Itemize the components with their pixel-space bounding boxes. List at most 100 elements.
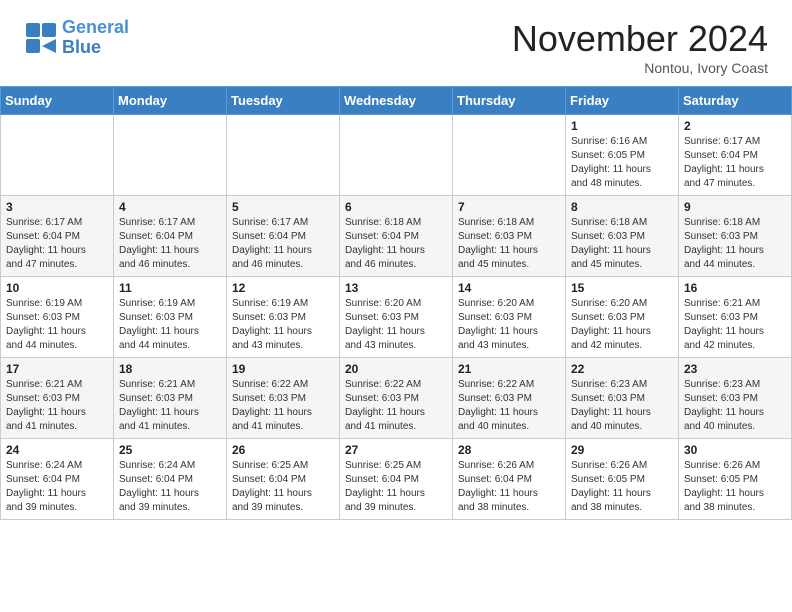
day-number: 26 [232,443,334,457]
calendar-day-cell [114,115,227,196]
calendar-day-cell [453,115,566,196]
calendar-week-row: 17 Sunrise: 6:21 AM Sunset: 6:03 PM Dayli… [1,358,792,439]
day-number: 14 [458,281,560,295]
calendar-day-cell: 16 Sunrise: 6:21 AM Sunset: 6:03 PM Dayli… [679,277,792,358]
day-info: Sunrise: 6:21 AM Sunset: 6:03 PM Dayligh… [119,378,221,434]
day-info: Sunrise: 6:21 AM Sunset: 6:03 PM Dayligh… [6,378,108,434]
day-number: 11 [119,281,221,295]
day-number: 15 [571,281,673,295]
day-info: Sunrise: 6:17 AM Sunset: 6:04 PM Dayligh… [232,216,334,272]
month-title: November 2024 [512,18,768,60]
day-number: 13 [345,281,447,295]
day-info: Sunrise: 6:18 AM Sunset: 6:03 PM Dayligh… [571,216,673,272]
day-info: Sunrise: 6:22 AM Sunset: 6:03 PM Dayligh… [232,378,334,434]
weekday-header-cell: Tuesday [227,87,340,115]
calendar-day-cell: 12 Sunrise: 6:19 AM Sunset: 6:03 PM Dayli… [227,277,340,358]
weekday-header-cell: Friday [566,87,679,115]
weekday-header-row: SundayMondayTuesdayWednesdayThursdayFrid… [1,87,792,115]
calendar-day-cell: 26 Sunrise: 6:25 AM Sunset: 6:04 PM Dayli… [227,439,340,520]
calendar-day-cell: 29 Sunrise: 6:26 AM Sunset: 6:05 PM Dayli… [566,439,679,520]
day-number: 16 [684,281,786,295]
day-info: Sunrise: 6:23 AM Sunset: 6:03 PM Dayligh… [684,378,786,434]
calendar-day-cell: 13 Sunrise: 6:20 AM Sunset: 6:03 PM Dayli… [340,277,453,358]
day-number: 1 [571,119,673,133]
day-info: Sunrise: 6:19 AM Sunset: 6:03 PM Dayligh… [119,297,221,353]
day-info: Sunrise: 6:25 AM Sunset: 6:04 PM Dayligh… [232,459,334,515]
day-number: 17 [6,362,108,376]
calendar-body: 1 Sunrise: 6:16 AM Sunset: 6:05 PM Daylig… [1,115,792,520]
calendar-day-cell [227,115,340,196]
day-number: 6 [345,200,447,214]
day-number: 25 [119,443,221,457]
title-block: November 2024 Nontou, Ivory Coast [512,18,768,76]
calendar-day-cell: 10 Sunrise: 6:19 AM Sunset: 6:03 PM Dayli… [1,277,114,358]
calendar-day-cell: 14 Sunrise: 6:20 AM Sunset: 6:03 PM Dayli… [453,277,566,358]
day-number: 29 [571,443,673,457]
day-info: Sunrise: 6:18 AM Sunset: 6:03 PM Dayligh… [684,216,786,272]
day-info: Sunrise: 6:17 AM Sunset: 6:04 PM Dayligh… [684,135,786,191]
day-number: 23 [684,362,786,376]
calendar-day-cell: 5Sunrise: 6:17 AM Sunset: 6:04 PM Daylig… [227,196,340,277]
calendar-day-cell: 18Sunrise: 6:21 AM Sunset: 6:03 PM Dayli… [114,358,227,439]
calendar-day-cell: 22Sunrise: 6:23 AM Sunset: 6:03 PM Dayli… [566,358,679,439]
weekday-header-cell: Sunday [1,87,114,115]
day-info: Sunrise: 6:24 AM Sunset: 6:04 PM Dayligh… [6,459,108,515]
location: Nontou, Ivory Coast [512,60,768,76]
logo-icon [24,21,58,55]
calendar-day-cell: 25 Sunrise: 6:24 AM Sunset: 6:04 PM Dayli… [114,439,227,520]
day-number: 19 [232,362,334,376]
weekday-header-cell: Monday [114,87,227,115]
day-number: 8 [571,200,673,214]
calendar-week-row: 10 Sunrise: 6:19 AM Sunset: 6:03 PM Dayli… [1,277,792,358]
day-number: 30 [684,443,786,457]
day-number: 12 [232,281,334,295]
calendar-day-cell: 21Sunrise: 6:22 AM Sunset: 6:03 PM Dayli… [453,358,566,439]
calendar-day-cell: 7Sunrise: 6:18 AM Sunset: 6:03 PM Daylig… [453,196,566,277]
day-number: 2 [684,119,786,133]
day-number: 27 [345,443,447,457]
day-number: 28 [458,443,560,457]
calendar-week-row: 24Sunrise: 6:24 AM Sunset: 6:04 PM Dayli… [1,439,792,520]
logo-text: General Blue [62,18,129,58]
day-info: Sunrise: 6:23 AM Sunset: 6:03 PM Dayligh… [571,378,673,434]
day-info: Sunrise: 6:24 AM Sunset: 6:04 PM Dayligh… [119,459,221,515]
calendar-day-cell: 6 Sunrise: 6:18 AM Sunset: 6:04 PM Daylig… [340,196,453,277]
day-info: Sunrise: 6:18 AM Sunset: 6:04 PM Dayligh… [345,216,447,272]
day-info: Sunrise: 6:17 AM Sunset: 6:04 PM Dayligh… [6,216,108,272]
logo: General Blue [24,18,129,58]
calendar-day-cell: 30 Sunrise: 6:26 AM Sunset: 6:05 PM Dayli… [679,439,792,520]
calendar-day-cell: 17 Sunrise: 6:21 AM Sunset: 6:03 PM Dayli… [1,358,114,439]
calendar-day-cell: 19 Sunrise: 6:22 AM Sunset: 6:03 PM Dayli… [227,358,340,439]
day-info: Sunrise: 6:20 AM Sunset: 6:03 PM Dayligh… [345,297,447,353]
day-info: Sunrise: 6:21 AM Sunset: 6:03 PM Dayligh… [684,297,786,353]
day-info: Sunrise: 6:19 AM Sunset: 6:03 PM Dayligh… [6,297,108,353]
day-number: 10 [6,281,108,295]
day-info: Sunrise: 6:25 AM Sunset: 6:04 PM Dayligh… [345,459,447,515]
day-info: Sunrise: 6:20 AM Sunset: 6:03 PM Dayligh… [458,297,560,353]
calendar-day-cell: 20 Sunrise: 6:22 AM Sunset: 6:03 PM Dayli… [340,358,453,439]
day-number: 21 [458,362,560,376]
day-number: 20 [345,362,447,376]
day-info: Sunrise: 6:26 AM Sunset: 6:05 PM Dayligh… [571,459,673,515]
day-info: Sunrise: 6:20 AM Sunset: 6:03 PM Dayligh… [571,297,673,353]
day-info: Sunrise: 6:18 AM Sunset: 6:03 PM Dayligh… [458,216,560,272]
calendar-day-cell: 27 Sunrise: 6:25 AM Sunset: 6:04 PM Dayli… [340,439,453,520]
calendar-day-cell: 9 Sunrise: 6:18 AM Sunset: 6:03 PM Daylig… [679,196,792,277]
day-info: Sunrise: 6:26 AM Sunset: 6:05 PM Dayligh… [684,459,786,515]
day-info: Sunrise: 6:16 AM Sunset: 6:05 PM Dayligh… [571,135,673,191]
calendar-week-row: 3 Sunrise: 6:17 AM Sunset: 6:04 PM Daylig… [1,196,792,277]
calendar-day-cell: 8 Sunrise: 6:18 AM Sunset: 6:03 PM Daylig… [566,196,679,277]
calendar-day-cell: 24Sunrise: 6:24 AM Sunset: 6:04 PM Dayli… [1,439,114,520]
day-info: Sunrise: 6:19 AM Sunset: 6:03 PM Dayligh… [232,297,334,353]
calendar-day-cell: 28 Sunrise: 6:26 AM Sunset: 6:04 PM Dayli… [453,439,566,520]
day-info: Sunrise: 6:17 AM Sunset: 6:04 PM Dayligh… [119,216,221,272]
day-number: 9 [684,200,786,214]
calendar-day-cell: 4Sunrise: 6:17 AM Sunset: 6:04 PM Daylig… [114,196,227,277]
calendar-day-cell: 2 Sunrise: 6:17 AM Sunset: 6:04 PM Daylig… [679,115,792,196]
calendar-day-cell: 23 Sunrise: 6:23 AM Sunset: 6:03 PM Dayli… [679,358,792,439]
day-number: 3 [6,200,108,214]
day-info: Sunrise: 6:26 AM Sunset: 6:04 PM Dayligh… [458,459,560,515]
page-header: General Blue November 2024 Nontou, Ivory… [0,0,792,86]
weekday-header-cell: Thursday [453,87,566,115]
day-info: Sunrise: 6:22 AM Sunset: 6:03 PM Dayligh… [345,378,447,434]
